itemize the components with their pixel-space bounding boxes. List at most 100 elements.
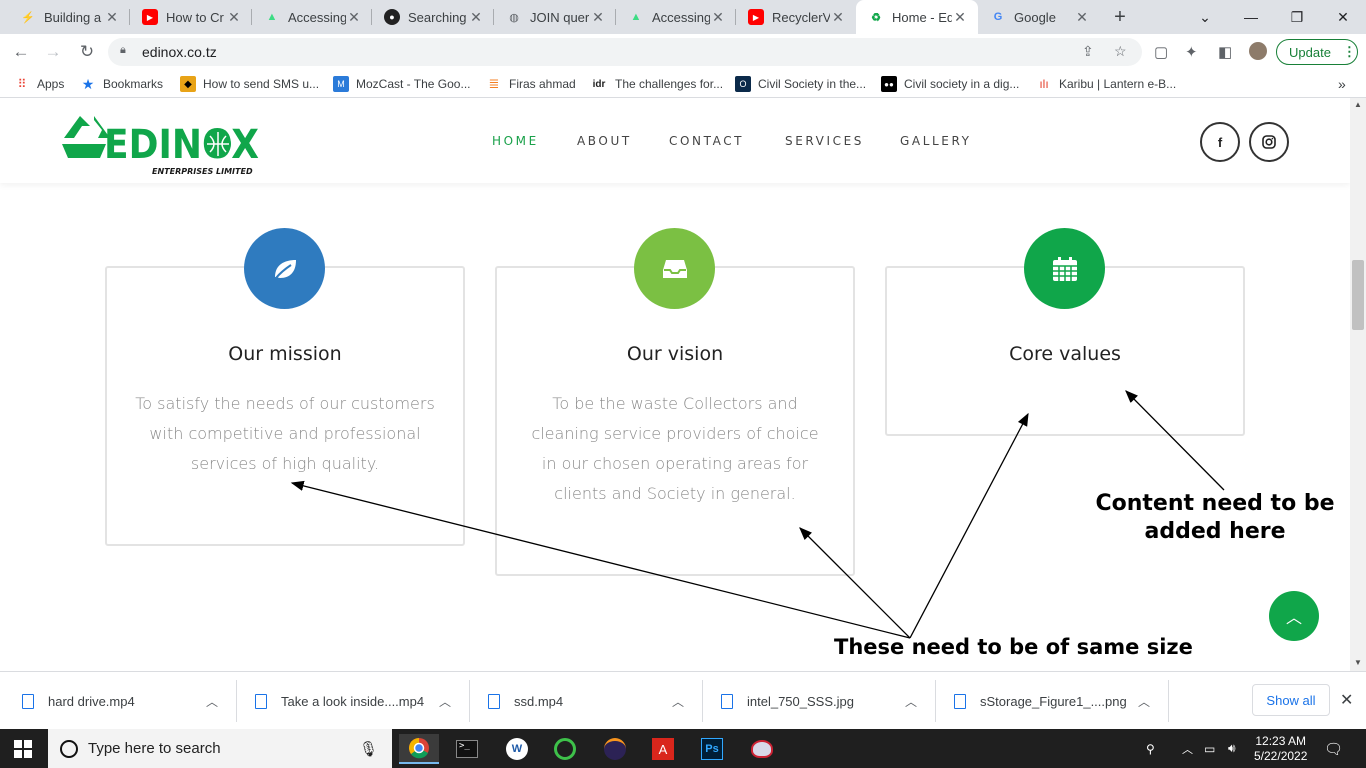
site-icon: O <box>735 76 751 92</box>
website-page: EDINOX ENTERPRISES LIMITED HOME ABOUT CO… <box>0 98 1350 671</box>
bookmarks-bar: ⠿ Apps ★ Bookmarks ◆ How to send SMS u..… <box>0 70 1366 98</box>
tab-recyclerview[interactable]: ▶ RecyclerVi ✕ <box>736 0 856 34</box>
star-icon: ★ <box>81 75 95 92</box>
tab-accessing-2[interactable]: ▲ Accessing ✕ <box>616 0 736 34</box>
bookmark-star-icon[interactable]: ☆ <box>1114 43 1127 60</box>
bookmark-civil-society-1[interactable]: O Civil Society in the... <box>735 76 866 92</box>
tab-strip: ⚡ Building a ✕ ▶ How to Cr ✕ ▲ Accessing… <box>0 0 1366 34</box>
tray-chevron-icon[interactable]: ︿ <box>1182 729 1193 768</box>
show-all-downloads-button[interactable]: Show all <box>1252 684 1330 716</box>
chrome-taskbar-icon[interactable] <box>399 734 439 764</box>
mozcast-icon: M <box>333 76 349 92</box>
chevron-up-icon[interactable]: ︿ <box>1138 693 1150 710</box>
page-scrollbar[interactable]: ▲ ▼ <box>1350 98 1366 671</box>
file-icon <box>954 693 966 709</box>
extensions-puzzle-icon[interactable]: ✦ <box>1185 43 1198 61</box>
tab-google[interactable]: G Google ✕ <box>978 0 1100 34</box>
bookmark-karibu-lantern[interactable]: ılı Karibu | Lantern e-B... <box>1036 76 1176 92</box>
update-button[interactable]: Update ⋮ <box>1276 39 1358 65</box>
reload-button[interactable]: ↻ <box>74 40 100 64</box>
extension-placeholder-icon[interactable]: ▢ <box>1154 43 1168 61</box>
close-tab-icon[interactable]: ✕ <box>952 9 968 26</box>
address-bar[interactable]: 🔒︎ edinox.co.tz ⇪ ☆ <box>108 38 1142 66</box>
scroll-down-arrow-icon[interactable]: ▼ <box>1354 658 1362 667</box>
android-icon: ▲ <box>266 11 278 23</box>
tab-search-chevron-icon[interactable]: ⌄ <box>1182 0 1228 34</box>
download-item[interactable]: hard drive.mp4 ︿ <box>22 672 232 730</box>
close-tab-icon[interactable]: ✕ <box>1074 9 1090 26</box>
apps-grid-icon: ⠿ <box>17 77 27 91</box>
tab-join-queries[interactable]: ◍ JOIN queri ✕ <box>494 0 616 34</box>
tab-home-edinox[interactable]: ♻ Home - Ed ✕ <box>856 0 978 34</box>
people-icon[interactable]: ⚲ <box>1146 729 1155 768</box>
scroll-to-top-button[interactable]: ︿ <box>1269 591 1319 641</box>
close-tab-icon[interactable]: ✕ <box>710 9 726 26</box>
more-menu-icon[interactable]: ⋮ <box>1343 44 1356 60</box>
bookmark-bookmarks[interactable]: ★ Bookmarks <box>80 76 163 92</box>
close-tab-icon[interactable]: ✕ <box>590 9 606 26</box>
close-tab-icon[interactable]: ✕ <box>830 9 846 26</box>
close-shelf-icon[interactable]: ✕ <box>1340 690 1353 710</box>
tab-building[interactable]: ⚡ Building a ✕ <box>8 0 130 34</box>
lantern-icon: ılı <box>1039 77 1049 91</box>
download-item[interactable]: intel_750_SSS.jpg ︿ <box>721 672 931 730</box>
new-tab-button[interactable]: + <box>1108 5 1132 29</box>
scroll-up-arrow-icon[interactable]: ▲ <box>1354 100 1362 109</box>
eclipse-taskbar-icon[interactable] <box>595 734 635 764</box>
minimize-button[interactable]: — <box>1228 0 1274 34</box>
notifications-icon[interactable]: 🗨︎ <box>1324 729 1343 768</box>
close-window-button[interactable]: ✕ <box>1320 0 1366 34</box>
close-tab-icon[interactable]: ✕ <box>468 9 484 26</box>
bookmark-apps[interactable]: ⠿ Apps <box>14 76 65 92</box>
download-item[interactable]: Take a look inside....mp4 ︿ <box>255 672 465 730</box>
download-item[interactable]: sStorage_Figure1_....png ︿ <box>954 672 1164 730</box>
chevron-up-icon[interactable]: ︿ <box>905 693 917 710</box>
acrobat-taskbar-icon[interactable]: A <box>643 734 683 764</box>
app-taskbar-icon[interactable]: W <box>497 734 537 764</box>
clock[interactable]: 12:23 AM 5/22/2022 <box>1254 729 1307 768</box>
close-tab-icon[interactable]: ✕ <box>346 9 362 26</box>
forward-button[interactable]: → <box>40 40 66 64</box>
chevron-up-icon[interactable]: ︿ <box>206 693 218 710</box>
chevron-up-icon[interactable]: ︿ <box>672 693 684 710</box>
side-panel-icon[interactable]: ◧ <box>1218 43 1232 61</box>
medium-icon: ●● <box>881 76 897 92</box>
bookmark-civil-society-2[interactable]: ●● Civil society in a dig... <box>881 76 1019 92</box>
photoshop-taskbar-icon[interactable]: Ps <box>692 734 732 764</box>
battery-icon[interactable]: ▭ <box>1204 729 1215 768</box>
share-icon[interactable]: ⇪ <box>1082 43 1094 60</box>
profile-avatar[interactable] <box>1249 42 1267 60</box>
close-tab-icon[interactable]: ✕ <box>104 9 120 26</box>
tab-how-to-cr[interactable]: ▶ How to Cr ✕ <box>130 0 252 34</box>
scrollbar-thumb[interactable] <box>1352 260 1364 330</box>
back-button[interactable]: ← <box>8 40 34 64</box>
tab-accessing-1[interactable]: ▲ Accessing ✕ <box>252 0 372 34</box>
more-bookmarks-chevron-icon[interactable]: » <box>1338 76 1346 92</box>
url-text[interactable]: edinox.co.tz <box>142 44 217 60</box>
maximize-button[interactable]: ❐ <box>1274 0 1320 34</box>
file-icon <box>22 693 34 709</box>
bookmark-how-to-send-sms[interactable]: ◆ How to send SMS u... <box>180 76 319 92</box>
terminal-taskbar-icon[interactable]: >_ <box>447 734 487 764</box>
chevron-up-icon[interactable]: ︿ <box>439 693 451 710</box>
edinox-icon: ♻ <box>871 11 881 24</box>
file-icon <box>255 693 267 709</box>
bookmark-firas-ahmad[interactable]: ≣ Firas ahmad <box>486 76 576 92</box>
browser-toolbar: ← → ↻ 🔒︎ edinox.co.tz ⇪ ☆ ▢ ✦ ◧ Update ⋮ <box>0 34 1366 70</box>
taskbar-search-box[interactable]: Type here to search 🎙︎ <box>48 729 392 768</box>
annotation-content-needed: Content need to be added here <box>1095 491 1335 544</box>
youtube-icon: ▶ <box>142 9 158 25</box>
downloads-shelf: hard drive.mp4 ︿ Take a look inside....m… <box>0 671 1366 729</box>
bookmark-challenges[interactable]: idr The challenges for... <box>590 76 723 92</box>
volume-icon[interactable]: 🔊︎ <box>1228 729 1236 768</box>
arrow-content-needed <box>1125 390 1225 491</box>
tab-searching[interactable]: ● Searching ✕ <box>372 0 494 34</box>
bookmark-mozcast[interactable]: M MozCast - The Goo... <box>333 76 471 92</box>
download-item[interactable]: ssd.mp4 ︿ <box>488 672 698 730</box>
close-tab-icon[interactable]: ✕ <box>226 9 242 26</box>
app-taskbar-icon[interactable] <box>742 734 782 764</box>
microphone-icon[interactable]: 🎙︎ <box>359 740 378 758</box>
windows-start-icon[interactable] <box>14 740 32 763</box>
app-taskbar-icon[interactable] <box>545 734 585 764</box>
lightning-icon: ⚡ <box>21 11 35 24</box>
